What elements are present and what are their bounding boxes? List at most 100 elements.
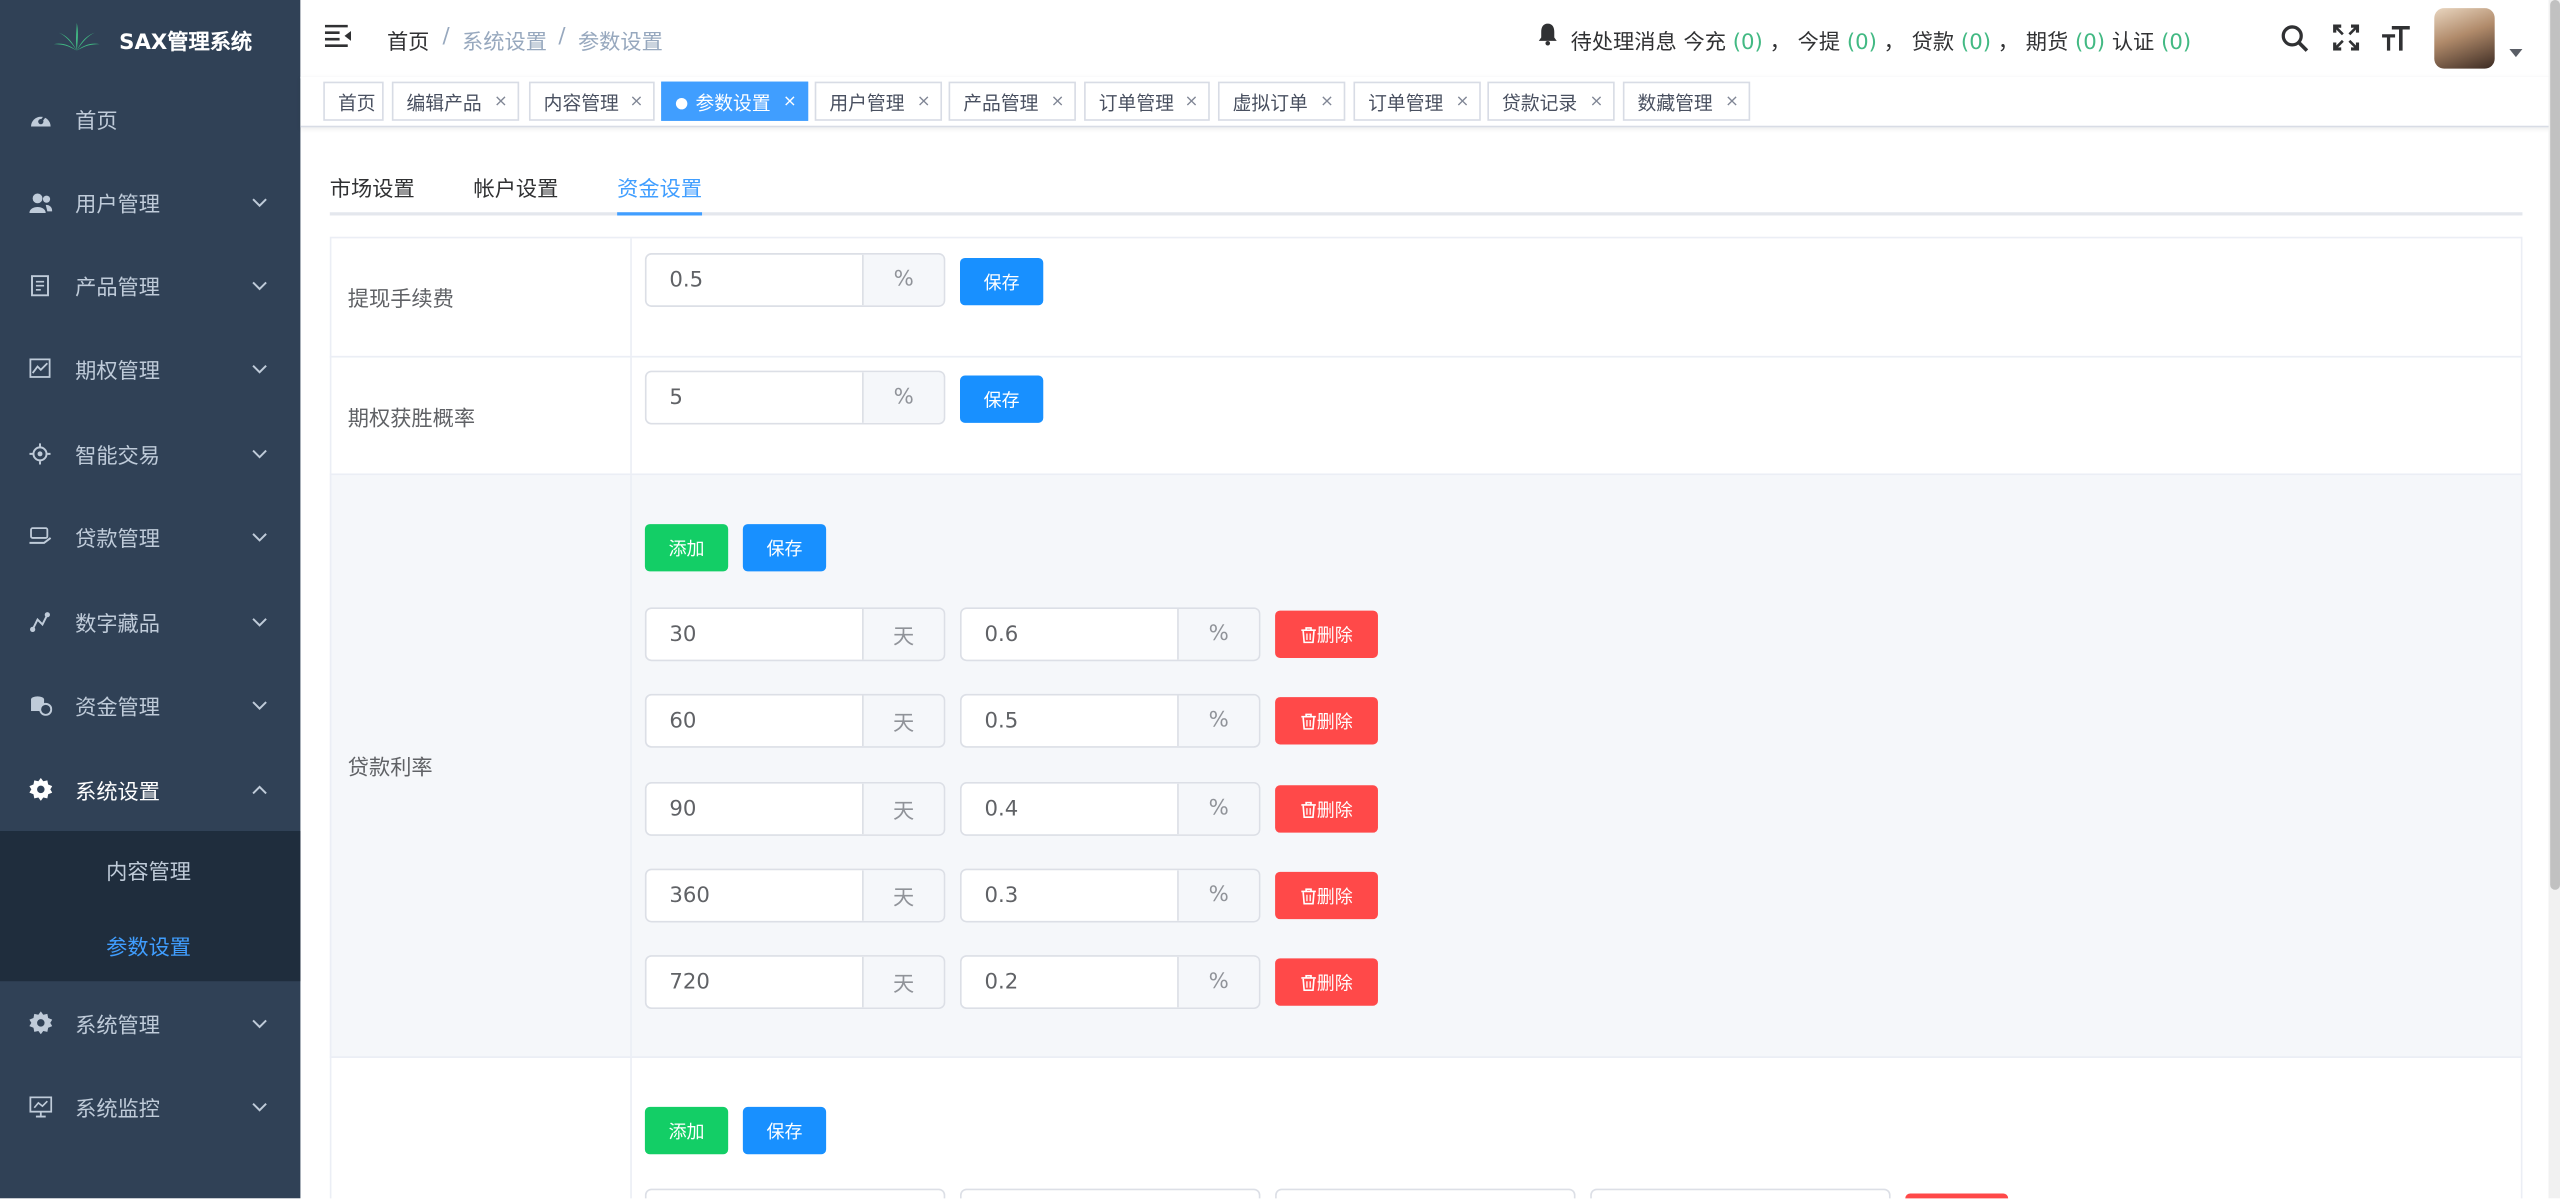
- chevron-down-icon: [252, 280, 267, 290]
- breadcrumb-separator: /: [442, 24, 450, 49]
- sidebar-item-options[interactable]: 期权管理: [0, 327, 300, 410]
- withdraw-fee-input[interactable]: 0.5 %: [644, 253, 946, 307]
- tag-user-manage[interactable]: 用户管理 ×: [814, 81, 943, 122]
- loan-rate-input[interactable]: 0.2%: [959, 955, 1261, 1009]
- delete-button[interactable]: 删除: [1275, 785, 1378, 833]
- tag-virtual-orders[interactable]: 虚拟订单 ×: [1217, 81, 1346, 122]
- input-value: 0.5: [669, 267, 704, 293]
- breadcrumb-home[interactable]: 首页: [387, 24, 429, 55]
- tab-market-settings[interactable]: 市场设置: [330, 171, 415, 202]
- close-icon[interactable]: ×: [1320, 83, 1334, 122]
- loan-rate-input[interactable]: 0.4%: [959, 782, 1261, 836]
- loan-days-input[interactable]: 90 天: [644, 782, 946, 836]
- loan-days-input[interactable]: 720 天: [644, 955, 946, 1009]
- tag-loan-records[interactable]: 贷款记录 ×: [1487, 81, 1615, 122]
- close-icon[interactable]: ×: [1185, 83, 1199, 122]
- notice-label-loan: 贷款: [1911, 31, 1955, 56]
- delete-button[interactable]: 删除: [1275, 871, 1378, 920]
- tab-account-settings[interactable]: 帐户设置: [473, 171, 558, 202]
- monitor-icon: [28, 1094, 52, 1118]
- tag-order-manage[interactable]: 订单管理 ×: [1084, 81, 1210, 122]
- input-unit: 天: [862, 695, 944, 747]
- sidebar-item-users[interactable]: 用户管理: [0, 160, 300, 243]
- input-value: 720: [669, 969, 710, 995]
- add-button[interactable]: 添加: [644, 524, 729, 572]
- pending-notice[interactable]: 待处理消息 今充 (0) ， 今提 (0) ， 贷款 (0) ， 期货 (0) …: [1571, 24, 2192, 55]
- tag-product-manage[interactable]: 产品管理 ×: [948, 81, 1076, 122]
- loan-days-input[interactable]: 60 天: [644, 693, 946, 748]
- loan-days-input[interactable]: 360 天: [644, 868, 946, 923]
- option-win-rate-input[interactable]: 5 %: [644, 370, 946, 425]
- document-icon: [28, 273, 52, 297]
- input-value: 360: [669, 883, 710, 908]
- sidebar-item-digital-collectibles[interactable]: 数字藏品: [0, 580, 300, 663]
- sidebar-item-home[interactable]: 首页: [0, 77, 300, 160]
- tag-home[interactable]: 首页: [323, 81, 384, 121]
- notice-separator: ，: [1883, 31, 1905, 56]
- input-value: 5: [669, 385, 683, 410]
- search-icon[interactable]: [2281, 24, 2309, 52]
- row-label-cell: 贷款利率: [331, 475, 632, 1057]
- chevron-down-icon: [252, 617, 267, 626]
- chevron-down-icon: [252, 364, 267, 373]
- app-window: SAX管理系统 首页 用户管理 产品管理 期权管理 智能交易 贷款管理 数字藏品…: [0, 0, 2560, 1199]
- submenu-item-content[interactable]: 内容管理: [0, 833, 300, 908]
- avatar[interactable]: [2434, 8, 2495, 69]
- sidebar-item-label: 系统监控: [75, 1097, 161, 1122]
- delete-button[interactable]: 删除: [1275, 610, 1378, 658]
- save-button[interactable]: 保存: [742, 524, 827, 572]
- delete-label: 删除: [1316, 972, 1353, 994]
- close-icon[interactable]: ×: [1725, 83, 1739, 122]
- chevron-down-icon: [252, 532, 267, 541]
- sidebar-item-smart-trade[interactable]: 智能交易: [0, 411, 300, 494]
- font-size-icon[interactable]: [2382, 24, 2411, 52]
- close-icon[interactable]: ×: [1051, 83, 1065, 122]
- sidebar-item-funds[interactable]: 资金管理: [0, 663, 300, 746]
- tag-collectibles-manage[interactable]: 数藏管理 ×: [1622, 81, 1751, 122]
- delete-button[interactable]: 删除: [1275, 958, 1378, 1006]
- close-icon[interactable]: ×: [783, 83, 797, 122]
- add-button[interactable]: 添加: [644, 1106, 729, 1155]
- close-icon[interactable]: ×: [630, 83, 644, 122]
- tag-order-manage-2[interactable]: 订单管理 ×: [1353, 81, 1481, 122]
- scrollbar-thumb[interactable]: [2550, 0, 2560, 890]
- next-input-4[interactable]: [1590, 1188, 1891, 1199]
- bell-icon[interactable]: [1538, 23, 1558, 46]
- delete-button[interactable]: [1905, 1193, 2009, 1199]
- caret-down-icon[interactable]: [2509, 48, 2523, 58]
- tag-content-manage[interactable]: 内容管理 ×: [528, 81, 655, 122]
- sidebar-item-monitor[interactable]: 系统监控: [0, 1064, 300, 1147]
- tag-params[interactable]: 参数设置 ×: [661, 81, 809, 122]
- next-input-2[interactable]: [959, 1188, 1261, 1199]
- submenu-item-label: 参数设置: [106, 936, 192, 961]
- save-button[interactable]: 保存: [959, 257, 1044, 306]
- delete-button[interactable]: 删除: [1275, 697, 1378, 745]
- loan-days-input[interactable]: 30 天: [644, 607, 946, 662]
- loan-rate-input[interactable]: 0.3%: [959, 868, 1261, 923]
- submenu-item-params[interactable]: 参数设置: [0, 908, 300, 983]
- sidebar-item-system-settings[interactable]: 系统设置: [0, 748, 300, 831]
- close-icon[interactable]: ×: [1590, 83, 1604, 122]
- save-button[interactable]: 保存: [959, 375, 1044, 423]
- sidebar-item-loans[interactable]: 贷款管理: [0, 495, 300, 578]
- next-input-1[interactable]: [644, 1188, 946, 1199]
- fullscreen-icon[interactable]: [2333, 24, 2360, 51]
- input-unit: %: [862, 254, 944, 306]
- sidebar-item-products[interactable]: 产品管理: [0, 243, 300, 326]
- close-icon[interactable]: ×: [1456, 83, 1470, 122]
- notice-label-recharge: 今充: [1683, 31, 1726, 56]
- delete-label: 删除: [1316, 799, 1353, 821]
- next-input-3[interactable]: [1275, 1188, 1576, 1199]
- tag-edit-product[interactable]: 编辑产品 ×: [391, 81, 520, 122]
- loan-rate-input[interactable]: 0.6%: [959, 607, 1261, 662]
- loan-rate-input[interactable]: 0.5%: [959, 693, 1261, 748]
- input-value: 0.4: [984, 796, 1019, 822]
- save-button[interactable]: 保存: [742, 1106, 827, 1155]
- notice-count-verify: (0): [2161, 31, 2192, 56]
- tab-fund-settings[interactable]: 资金设置: [617, 171, 702, 202]
- sidebar-toggle-icon[interactable]: [324, 24, 352, 48]
- close-icon[interactable]: ×: [494, 83, 508, 122]
- sidebar-item-system-admin[interactable]: 系统管理: [0, 981, 300, 1064]
- app-title: SAX管理系统: [119, 31, 253, 56]
- close-icon[interactable]: ×: [917, 83, 931, 122]
